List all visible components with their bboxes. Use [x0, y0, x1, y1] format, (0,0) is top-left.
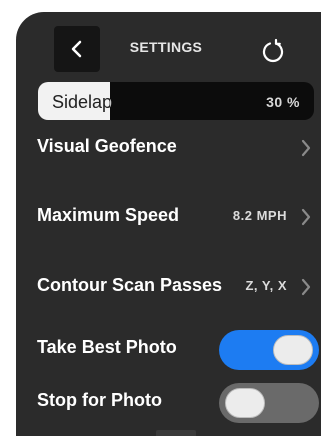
sidelap-slider[interactable]: Sidelap 30 %	[38, 82, 314, 120]
take-best-photo-label: Take Best Photo	[37, 337, 177, 357]
visual-geofence-label: Visual Geofence	[37, 136, 177, 156]
scroll-indicator	[156, 430, 196, 436]
stop-for-photo-label: Stop for Photo	[37, 390, 162, 410]
contour-scan-passes-row[interactable]: Contour Scan Passes Z, Y, X	[16, 271, 321, 301]
refresh-icon	[262, 38, 284, 63]
maximum-speed-value: 8.2 MPH	[232, 208, 287, 223]
take-best-photo-toggle[interactable]	[219, 330, 319, 370]
chevron-right-icon	[301, 278, 311, 296]
chevron-left-icon	[71, 40, 82, 58]
page-title: SETTINGS	[129, 39, 203, 55]
chevron-right-icon	[301, 208, 311, 226]
toggle-knob	[225, 388, 265, 418]
contour-scan-passes-label: Contour Scan Passes	[37, 275, 223, 295]
back-button[interactable]	[54, 26, 100, 72]
toggle-knob	[273, 335, 313, 365]
maximum-speed-row[interactable]: Maximum Speed 8.2 MPH	[16, 201, 321, 231]
reset-button[interactable]	[259, 37, 287, 65]
maximum-speed-label: Maximum Speed	[37, 205, 180, 225]
take-best-photo-row: Take Best Photo	[16, 330, 321, 370]
visual-geofence-row[interactable]: Visual Geofence	[16, 132, 321, 162]
stop-for-photo-row: Stop for Photo	[16, 383, 321, 423]
chevron-right-icon	[301, 139, 311, 157]
settings-panel: SETTINGS Sidelap 30 % Visual Geofence Ma…	[16, 12, 321, 436]
stop-for-photo-toggle[interactable]	[219, 383, 319, 423]
sidelap-value: 30 %	[266, 94, 300, 110]
contour-scan-passes-value: Z, Y, X	[245, 278, 287, 293]
sidelap-label: Sidelap	[52, 92, 113, 112]
